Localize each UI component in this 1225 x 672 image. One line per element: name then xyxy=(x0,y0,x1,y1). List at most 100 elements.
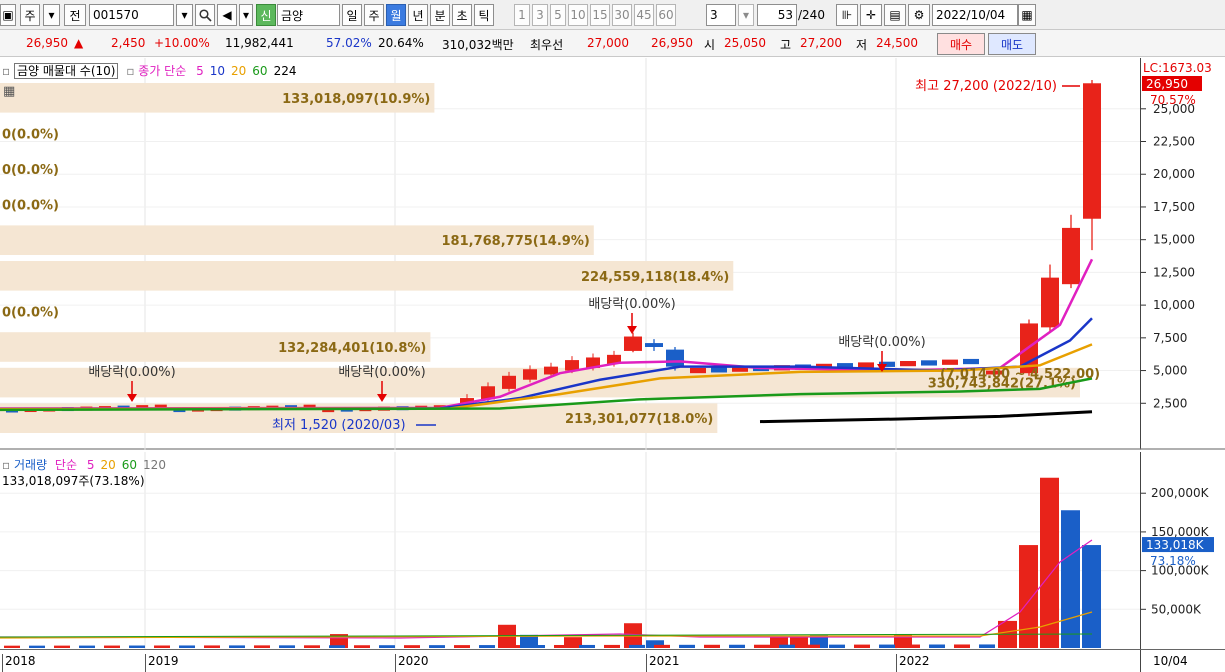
interval-tab[interactable]: 45 xyxy=(634,4,654,26)
search-icon[interactable] xyxy=(195,4,215,26)
volume-ma-period-5[interactable]: 5 xyxy=(87,458,95,472)
interval-tab[interactable]: 1 xyxy=(514,4,530,26)
stock-code-input[interactable]: 001570 xyxy=(89,4,174,26)
volume-ma-period-120[interactable]: 120 xyxy=(143,458,166,472)
ma-period-224[interactable]: 224 xyxy=(274,64,297,78)
dividend-arrow-head xyxy=(627,326,637,334)
price-tick-label: 7,500 xyxy=(1153,331,1187,345)
price-change-pct: +10.00% xyxy=(154,36,210,50)
crosshair-icon[interactable]: ✛ xyxy=(860,4,882,26)
settings-gear-icon[interactable]: ⚙ xyxy=(908,4,930,26)
ask-price: 27,000 xyxy=(587,36,629,50)
date-axis: 2018 2019 2020 2021 2022 10/04 xyxy=(0,649,1225,672)
candle-body xyxy=(624,336,642,351)
price-chart-panel[interactable]: 133,018,097(10.9%) 0(0.0%) 0(0.0%) 0(0.0%) 1… xyxy=(0,58,1140,450)
volume-bar xyxy=(179,645,195,648)
period-tab[interactable]: 년 xyxy=(408,4,428,26)
candle-body xyxy=(942,359,958,365)
price-tick-label: 17,500 xyxy=(1153,200,1195,214)
speaker-dropdown-icon[interactable]: ▾ xyxy=(239,4,253,26)
sell-button[interactable]: 매도 xyxy=(988,33,1036,55)
volume-bar xyxy=(904,644,920,648)
interval-tab[interactable]: 3 xyxy=(532,4,548,26)
window-icon[interactable]: ▣ xyxy=(0,4,16,26)
interval-tab[interactable]: 10 xyxy=(568,4,588,26)
range-annotation: (7,014.00 ~ 4,522.00) xyxy=(940,367,1100,382)
speaker-icon[interactable]: ◀ xyxy=(217,4,237,26)
volume-bar xyxy=(1019,545,1038,648)
volume-bar xyxy=(229,645,245,648)
count-input[interactable]: 53 xyxy=(757,4,797,26)
stock-name-field[interactable]: 금양 xyxy=(277,4,340,26)
prev-button[interactable]: 전 xyxy=(64,4,86,26)
ma-period-5[interactable]: 5 xyxy=(196,64,204,78)
candle-type-icon[interactable]: ⊪ xyxy=(836,4,858,26)
volume-bar xyxy=(679,644,695,648)
volume-bar xyxy=(979,644,995,648)
interval-tab[interactable]: 5 xyxy=(550,4,566,26)
year-label-2021: 2021 xyxy=(646,654,680,672)
period-tab[interactable]: 분 xyxy=(430,4,450,26)
volume-ma-period-20[interactable]: 20 xyxy=(100,458,115,472)
year-label-2019: 2019 xyxy=(145,654,179,672)
period-dropdown-icon[interactable]: ▾ xyxy=(43,4,60,26)
trade-amount: 310,032백만 xyxy=(442,38,514,52)
period-label: 주 xyxy=(24,8,36,23)
interval-tab[interactable]: 60 xyxy=(656,4,676,26)
period-tab[interactable]: 월 xyxy=(386,4,406,26)
price-tick-label: 12,500 xyxy=(1153,265,1195,279)
best-label: 최우선 xyxy=(530,38,564,52)
volume-legend-label[interactable]: 거래량 xyxy=(14,458,47,472)
volume-profile-label: 181,768,775(14.9%) xyxy=(442,234,590,249)
volume-bar xyxy=(629,644,645,648)
interval-tab[interactable]: 15 xyxy=(590,4,610,26)
ma-legend-label[interactable]: 종가 단순 xyxy=(138,64,186,78)
period-tab[interactable]: 틱 xyxy=(474,4,494,26)
candle-body xyxy=(645,343,663,347)
volume-bar xyxy=(1061,510,1080,648)
volume-bar xyxy=(929,644,945,648)
open-label: 시 xyxy=(704,38,716,52)
candle-body xyxy=(523,369,537,380)
interval-tab[interactable]: 30 xyxy=(612,4,632,26)
candle-body xyxy=(544,366,558,375)
period-tab[interactable]: 주 xyxy=(364,4,384,26)
candle-body xyxy=(858,362,874,368)
period-tab[interactable]: 일 xyxy=(342,4,362,26)
bid-price: 26,950 xyxy=(651,36,693,50)
volume-tick-label: 150,000K xyxy=(1151,525,1210,539)
grid-table-icon[interactable]: ▦ xyxy=(3,84,15,99)
current-volume-pct: 73.18% xyxy=(1150,554,1196,568)
volume-profile-label: 132,284,401(10.8%) xyxy=(278,341,426,356)
calendar-icon[interactable]: ▦ xyxy=(1018,4,1036,26)
up-arrow-icon: ▲ xyxy=(74,36,84,50)
price-axis-svg: 25,00022,50020,00017,50015,00012,50010,0… xyxy=(1141,61,1212,410)
ratio-2: 20.64% xyxy=(378,36,424,50)
volume-chart-panel[interactable]: ▫ 거래량 단순 5 20 60 120 133,018,097주(73.18%) xyxy=(0,452,1140,649)
volume-bar xyxy=(329,645,345,648)
period-select[interactable]: 주 xyxy=(20,4,40,26)
buy-button[interactable]: 매수 xyxy=(937,33,985,55)
save-icon[interactable]: ▤ xyxy=(884,4,906,26)
interval-input[interactable]: 3 xyxy=(706,4,736,26)
volume-bar xyxy=(829,644,845,648)
volume-bar xyxy=(429,645,445,648)
legend-square-icon: ▫ xyxy=(2,458,11,472)
candle-body xyxy=(502,375,516,389)
ma-period-60[interactable]: 60 xyxy=(252,64,267,78)
interval-dropdown-icon[interactable]: ▾ xyxy=(738,4,754,26)
code-dropdown-icon[interactable]: ▾ xyxy=(176,4,193,26)
volume-ma-period-60[interactable]: 60 xyxy=(122,458,137,472)
ma-period-10[interactable]: 10 xyxy=(210,64,225,78)
volume-ma-label[interactable]: 단순 xyxy=(55,458,77,472)
candle-body xyxy=(1041,277,1059,328)
volume-bar xyxy=(54,645,70,648)
ma-period-20[interactable]: 20 xyxy=(231,64,246,78)
period-tab[interactable]: 초 xyxy=(452,4,472,26)
year-label-2020: 2020 xyxy=(395,654,429,672)
date-input[interactable]: 2022/10/04 xyxy=(932,4,1018,26)
profile-legend-label[interactable]: 금양 매물대 수(10) xyxy=(13,63,119,79)
volume-axis-svg: 200,000K150,000K100,000K50,000K133,018K7… xyxy=(1141,486,1214,616)
volume-chart-svg xyxy=(0,452,1140,649)
dividend-label: 배당락(0.00%) xyxy=(88,365,175,380)
